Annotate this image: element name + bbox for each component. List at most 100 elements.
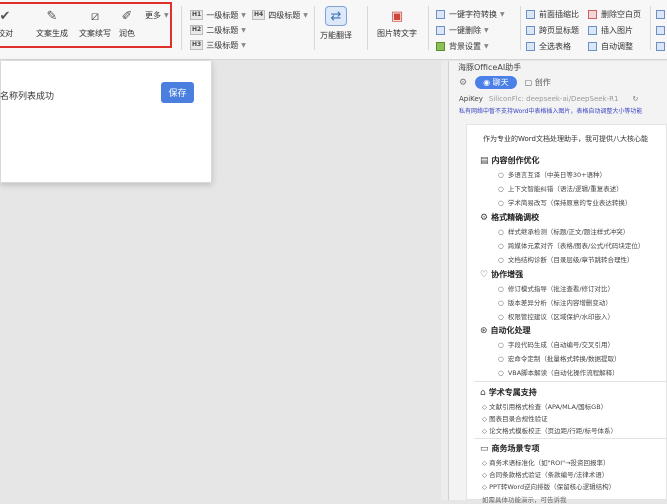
dialog-message: 名称列表成功 — [0, 92, 55, 102]
background-settings-button[interactable]: 背景设置 ▼ — [436, 39, 489, 53]
copy-continue-button[interactable]: ⧄ 文案续写 — [79, 8, 111, 39]
polish-icon: ✐ — [121, 8, 133, 24]
heading-4-label: 四级标题 — [268, 10, 301, 20]
chat-icon: ◉ — [483, 78, 493, 87]
briefcase-icon: ▭ — [480, 443, 489, 454]
list-item-text: 样式继承检测（标题/正文/题注样式冲突） — [507, 228, 630, 236]
tab-create-label: 创作 — [534, 78, 551, 87]
section-title: ⌂ 学术专属支持 — [480, 387, 537, 398]
gear-icon: ⚙ — [480, 212, 489, 223]
list-item: ◇ 论文格式模板校正（页边距/行距/标号体系） — [482, 427, 617, 435]
list-item-text: PPT转Word逆向排版（保留核心逻辑结构） — [489, 483, 616, 491]
divider — [428, 6, 429, 50]
list-item: ○ 宏命令定制（批量格式转换/数据提取） — [498, 355, 621, 363]
chevron-down-icon: ▼ — [241, 26, 246, 34]
section-title-text: 内容创作优化 — [491, 156, 540, 165]
list-item: ○ 样式继承检测（标题/正文/题注样式冲突） — [498, 228, 630, 236]
ribbon-toolbar: ✔ 校对 ✎ 文案生成 ⧄ 文案续写 ✐ 润色 更多 ▼ H1 一级标题 ▼ H2 二级… — [0, 0, 667, 60]
cross-page-title-label: 跨页显标题 — [539, 25, 579, 35]
insert-image-label: 插入图片 — [601, 25, 633, 35]
list-item: ◇ 合同条款格式验证（条款编号/法律术语） — [482, 471, 609, 479]
list-item: ○ 权限管控建议（区域保护/水印嵌入） — [498, 313, 615, 321]
delete-icon — [436, 25, 445, 35]
list-item-text: 合同条款格式验证（条款编号/法律术语） — [489, 471, 609, 479]
more-label: 更多 — [145, 10, 161, 20]
apikey-value: SiliconFlc: deepseek-ai/DeepSeek-R1 — [488, 95, 619, 103]
copy-generate-button[interactable]: ✎ 文案生成 — [36, 8, 68, 39]
list-item: ○ 多语言互译（中英日等30+语种） — [498, 171, 607, 179]
heading-3-label: 三级标题 — [206, 40, 239, 50]
divider — [181, 6, 182, 50]
list-item: ○ 版本差异分析（标注内容增删变动） — [498, 299, 612, 307]
onekey-delete-button[interactable]: 一键删除 ▼ — [436, 23, 489, 37]
document-icon: ▤ — [480, 155, 489, 166]
pen-slash-icon: ⧄ — [90, 8, 100, 24]
blank-page-icon — [588, 9, 597, 19]
tool-icon — [656, 9, 665, 19]
proofread-button[interactable]: ✔ 校对 — [0, 8, 14, 39]
save-button[interactable]: 保存 — [161, 82, 194, 103]
tab-chat[interactable]: ◉ 聊天 — [475, 76, 517, 89]
section-title-text: 协作增强 — [491, 270, 524, 279]
list-item-text: 论文格式模板校正（页边距/行距/标号体系） — [489, 427, 617, 435]
refresh-icon[interactable]: ↻ — [632, 95, 638, 103]
intro-text: 作为专业的Word文档处理助手，我可提供八大核心能 — [483, 135, 648, 143]
section-title-text: 商务场景专项 — [491, 444, 540, 453]
apikey-row[interactable]: ApiKey SiliconFlc: deepseek-ai/DeepSeek-R… — [459, 95, 638, 103]
auto-adjust-button[interactable]: 自动调整 — [588, 39, 633, 53]
front-indent-button[interactable]: 前面插缩比 — [526, 7, 579, 21]
chevron-down-icon: ▼ — [484, 26, 489, 34]
create-icon: ▢ — [524, 78, 535, 87]
translate-icon: ⇄ — [325, 6, 347, 26]
warning-text: 私有网络中暂不支持Word中表格插入图片，表格自动调整大小等功能 — [459, 108, 643, 115]
more-tool-button[interactable] — [656, 39, 667, 53]
list-item: ○ 上下文智能纠错（语法/逻辑/重复表述） — [498, 185, 623, 193]
more-button[interactable]: 更多 ▼ — [145, 8, 169, 22]
more-tool-button[interactable] — [656, 23, 667, 37]
h1-icon: H1 — [190, 10, 204, 20]
section-title: ▭ 商务场景专项 — [480, 443, 540, 454]
footer-text: 如需具体功能演示，可告诉我 — [482, 496, 567, 504]
list-item-text: 上下文智能纠错（语法/逻辑/重复表述） — [507, 185, 623, 193]
heading-3-button[interactable]: H3 三级标题 ▼ — [190, 38, 246, 52]
more-tool-button[interactable] — [656, 7, 667, 21]
select-table-button[interactable]: 全选表格 — [526, 39, 571, 53]
tab-create[interactable]: ▢ 创作 — [517, 76, 559, 89]
chevron-down-icon: ▼ — [484, 42, 489, 50]
settings-icon[interactable]: ⚙ — [459, 78, 467, 88]
scrollbar[interactable] — [441, 61, 448, 500]
divider — [474, 438, 667, 439]
chevron-down-icon: ▼ — [500, 10, 505, 18]
list-item: ○ 跨媒体元素对齐（表格/图表/公式/代码块定位） — [498, 242, 645, 250]
list-item-text: 多语言互译（中英日等30+语种） — [507, 171, 607, 179]
list-item-text: 字段代码生成（自动编号/交叉引用） — [507, 341, 615, 349]
heading-2-button[interactable]: H2 二级标题 ▼ — [190, 23, 246, 37]
list-item: ◇ 图表目录合规性验证 — [482, 415, 548, 423]
panel-title: 海豚OfficeAI助手 — [458, 63, 522, 72]
divider — [367, 6, 368, 50]
indent-icon — [526, 9, 535, 19]
image-to-text-button[interactable]: ▣ 图片转文字 — [377, 8, 417, 39]
insert-image-button[interactable]: 插入图片 — [588, 23, 633, 37]
list-item-text: 修订模式指导（批注查看/修订对比） — [507, 285, 615, 293]
delete-blank-page-button[interactable]: 删除空白页 — [588, 7, 641, 21]
convert-icon — [436, 9, 445, 19]
cross-page-icon — [526, 25, 535, 35]
heading-1-button[interactable]: H1 一级标题 ▼ — [190, 8, 246, 22]
onekey-convert-button[interactable]: 一键字符转换 ▼ — [436, 7, 505, 21]
tool-icon — [656, 25, 665, 35]
list-item-text: 文档结构诊断（目录层级/章节跳转合理性） — [507, 256, 634, 264]
onekey-convert-label: 一键字符转换 — [449, 9, 497, 19]
list-item: ○ 学术简易改写（保持原意的专业表达转换） — [498, 199, 632, 207]
heading-4-button[interactable]: H4 四级标题 ▼ — [252, 8, 308, 22]
list-item: ○ 字段代码生成（自动编号/交叉引用） — [498, 341, 615, 349]
graduation-cap-icon: ⌂ — [480, 387, 486, 398]
polish-button[interactable]: ✐ 润色 — [118, 8, 136, 39]
chevron-down-icon: ▼ — [241, 41, 246, 49]
cross-page-title-button[interactable]: 跨页显标题 — [526, 23, 579, 37]
polish-label: 润色 — [119, 29, 135, 38]
list-item: ◇ PPT转Word逆向排版（保留核心逻辑结构） — [482, 483, 616, 491]
translate-button[interactable]: ⇄ 万能翻译 — [320, 6, 352, 41]
list-item: ◇ 文献引用格式检查（APA/MLA/国标GB） — [482, 403, 608, 411]
automation-icon: ⊛ — [480, 325, 488, 336]
